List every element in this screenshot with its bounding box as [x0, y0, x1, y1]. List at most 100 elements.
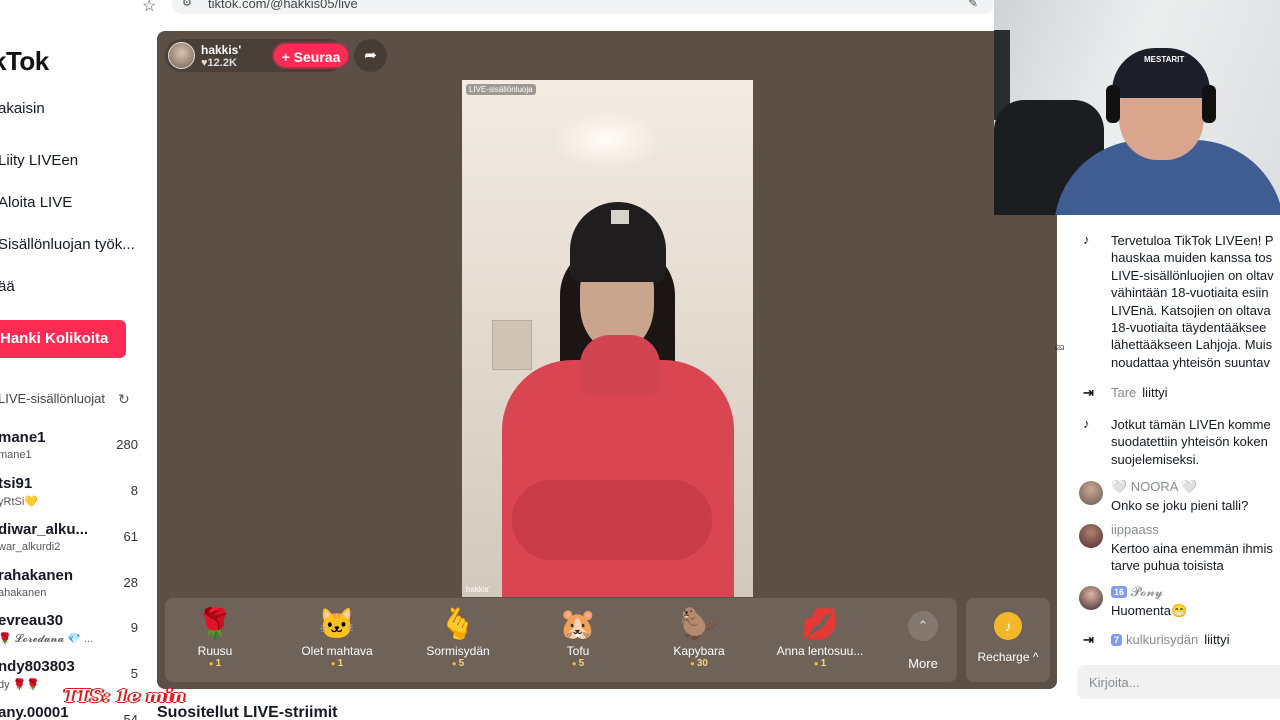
avatar[interactable] — [1079, 586, 1103, 610]
creator-handle: yRtSi💛 — [0, 496, 38, 508]
gift-item-blow-kiss[interactable]: 💋 Anna lentosuu... 1 — [765, 606, 875, 678]
gift-name: Tofu — [566, 644, 590, 658]
gift-item-you-are-awesome[interactable]: 🐱 Olet mahtava 1 — [282, 606, 392, 678]
viewer-count: 61 — [123, 529, 138, 544]
gift-name: Sormisydän — [426, 644, 490, 658]
rose-icon: 🌹 — [196, 608, 234, 641]
creator-name: mane1 — [0, 429, 46, 446]
gift-price: 1 — [282, 658, 392, 669]
creator-handle: 🌹 𝓛𝓸𝓻𝓮𝓭𝓪𝓷𝓪 💎 ... — [0, 633, 94, 645]
creator-item[interactable]: diwar_alku... war_alkurdi2 61 — [0, 521, 138, 561]
creator-name: evreau30 — [0, 612, 64, 629]
creator-name: any.00001 — [0, 704, 69, 720]
viewer-count: 28 — [123, 575, 138, 590]
headset-left — [1106, 85, 1120, 123]
gift-name: Kapybara — [673, 644, 725, 658]
puzzle-icon[interactable]: ✎ — [968, 0, 978, 10]
gift-item-rose[interactable]: 🌹 Ruusu 1 — [160, 606, 270, 678]
nav-item-more[interactable]: ää — [0, 278, 15, 295]
creator-handle: ahakanen — [0, 587, 47, 599]
chat-comment-text: Huomenta😁 — [1111, 603, 1188, 618]
chat-username[interactable]: 𝓟𝓸𝓷𝔂 — [1131, 584, 1163, 599]
creator-handle: war_alkurdi2 — [0, 541, 61, 553]
crossed-arms — [512, 480, 712, 560]
avatar[interactable] — [1079, 524, 1103, 548]
cap-logo: MESTARIT — [1144, 55, 1185, 64]
gift-name: Anna lentosuu... — [776, 644, 864, 658]
creator-name: diwar_alku... — [0, 521, 89, 538]
gift-price: 1 — [765, 658, 875, 669]
more-gifts-button[interactable]: ⌃ More — [898, 608, 948, 678]
mouse-cursor-icon: ⮹ — [1054, 340, 1066, 356]
streamer-tag: hakkis' — [466, 585, 491, 594]
url-text: tiktok.com/@hakkis05/live — [208, 0, 358, 11]
nav-item-join-live[interactable]: Liity LIVEen — [0, 152, 78, 169]
nav-item-start-live[interactable]: Aloita LIVE — [0, 194, 72, 211]
gift-item-finger-heart[interactable]: 🫰 Sormisydän 5 — [403, 606, 513, 678]
avatar[interactable] — [168, 42, 195, 69]
tiktok-icon: ♪ — [1083, 416, 1090, 431]
avatar[interactable] — [1079, 481, 1103, 505]
chat-comment-text: Onko se joku pieni talli? — [1111, 498, 1249, 513]
get-coins-button[interactable]: Hanki Kolikoita — [0, 320, 126, 358]
chat-username[interactable]: Tare — [1111, 385, 1136, 400]
viewer-count: 9 — [130, 620, 138, 635]
level-badge: 16 — [1111, 586, 1128, 598]
creator-name: tsi91 — [0, 475, 33, 492]
recharge-button[interactable]: ♪ Recharge ^ — [966, 598, 1050, 682]
ceiling-light — [552, 110, 662, 170]
gift-price: 1 — [160, 658, 270, 669]
creator-item[interactable]: mane1 mane1 280 — [0, 429, 138, 469]
streamer-sweater — [502, 360, 734, 597]
finger-heart-icon: 🫰 — [439, 608, 477, 641]
tiktok-icon: ♪ — [1083, 232, 1090, 247]
beanie-label — [611, 210, 629, 224]
capybara-icon: 🦫 — [680, 608, 718, 641]
sweater-collar — [580, 335, 660, 395]
chat-username[interactable]: 🤍 NOORA 🤍 — [1111, 479, 1198, 495]
chat-username[interactable]: iippaass — [1111, 522, 1159, 537]
nav-item-creator-tools[interactable]: Sisällönluojan työk... — [0, 236, 135, 253]
gift-price: 30 — [644, 658, 754, 669]
enter-icon: ⇥ — [1083, 385, 1094, 400]
creator-item[interactable]: tsi91 yRtSi💛 8 — [0, 475, 138, 515]
refresh-icon[interactable]: ↻ — [118, 391, 130, 408]
star-outline-icon[interactable]: ☆ — [142, 0, 156, 16]
gift-item-capybara[interactable]: 🦫 Kapybara 30 — [644, 606, 754, 678]
joined-label: liittyi — [1142, 385, 1168, 400]
more-label: More — [908, 656, 938, 671]
browser-toolbar: ☆ ⚙ tiktok.com/@hakkis05/live ✎ — [0, 0, 994, 18]
hamster-icon: 🐹 — [559, 608, 597, 641]
chat-input[interactable] — [1077, 665, 1280, 699]
site-settings-icon[interactable]: ⚙ — [182, 0, 192, 9]
chevron-up-icon: ⌃ — [908, 611, 938, 641]
chat-username[interactable]: kulkurisydän — [1126, 632, 1198, 647]
live-stream-panel: hakkis' ♥12.2K + Seuraa ➦ LIVE-sisällönl… — [157, 31, 1057, 689]
gift-price: 5 — [523, 658, 633, 669]
address-bar[interactable]: ⚙ tiktok.com/@hakkis05/live ✎ — [172, 0, 994, 14]
gift-name: Olet mahtava — [301, 644, 373, 658]
follow-button[interactable]: + Seuraa — [272, 42, 350, 69]
host-name[interactable]: hakkis' — [201, 43, 241, 57]
video-player[interactable]: LIVE-sisällönluoja hakkis' ● 5 samsam — [462, 80, 753, 597]
creator-item[interactable]: evreau30 🌹 𝓛𝓸𝓻𝓮𝓭𝓪𝓷𝓪 💎 ... 9 — [0, 612, 138, 652]
gift-item-tofu[interactable]: 🐹 Tofu 5 — [523, 606, 633, 678]
host-info[interactable]: hakkis' ♥12.2K + Seuraa — [165, 39, 350, 72]
system-message-text: Jotkut tämän LIVEn komme suodatettiin yh… — [1111, 417, 1271, 467]
screen: ☆ ⚙ tiktok.com/@hakkis05/live ✎ kTok aka… — [0, 0, 1280, 720]
headset-right — [1202, 85, 1216, 123]
share-icon[interactable]: ➦ — [354, 39, 387, 72]
system-message-text: Tervetuloa TikTok LIVEen! P hauskaa muid… — [1111, 233, 1274, 370]
cat-icon: 🐱 — [318, 608, 356, 641]
creator-handle: dy 🌹🌹 — [0, 679, 41, 691]
chat-comment-text: Kertoo aina enemmän ihmis tarve puhua to… — [1111, 541, 1273, 574]
gift-bar: 🌹 Ruusu 1 🐱 Olet mahtava 1 🫰 Sormisydän … — [165, 598, 957, 682]
host-likes: ♥12.2K — [201, 57, 237, 69]
creator-item[interactable]: rahakanen ahakanen 28 — [0, 567, 138, 607]
creator-name: ndy803803 — [0, 658, 75, 675]
viewer-count: 5 — [130, 666, 138, 681]
wall-shelf — [492, 320, 532, 370]
tiktok-logo[interactable]: kTok — [0, 46, 49, 77]
tiktok-coin-icon: ♪ — [994, 612, 1022, 640]
nav-item-back[interactable]: akaisin — [0, 100, 45, 117]
